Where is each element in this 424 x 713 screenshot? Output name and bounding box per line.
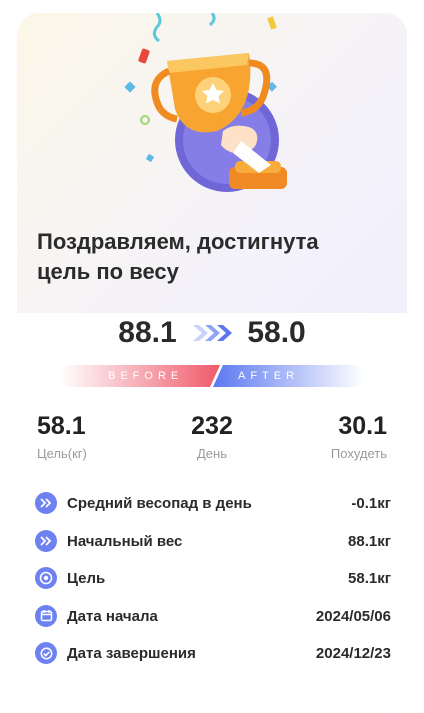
stat-label: Цель(кг) — [37, 446, 87, 461]
after-label: AFTER — [238, 370, 300, 382]
achievement-card: Поздравляем, достигнута цель по весу 88.… — [17, 13, 407, 713]
title-line-2: цель по весу — [37, 259, 179, 284]
detail-label: Начальный вес — [67, 532, 183, 550]
confetti-icon — [124, 81, 136, 93]
check-circle-icon — [35, 642, 57, 664]
page-title: Поздравляем, достигнута цель по весу — [37, 227, 387, 287]
triple-chevron-icon — [193, 325, 232, 342]
before-after-bar: BEFORE AFTER — [60, 365, 364, 387]
target-icon — [35, 567, 57, 589]
confetti-icon — [267, 16, 277, 30]
confetti-icon — [145, 153, 155, 163]
detail-row-end-date: Дата завершения 2024/12/23 — [17, 635, 407, 673]
stat-lost: 30.1 Похудеть — [331, 409, 387, 463]
detail-value: 2024/05/06 — [315, 607, 391, 625]
after-weight: 58.0 — [247, 316, 306, 350]
detail-row-avg-loss: Средний весопад в день -0.1кг — [17, 485, 407, 523]
before-after-bar-graphic — [60, 365, 364, 387]
stat-label: День — [197, 446, 227, 461]
stats-row: 58.1 Цель(кг) 232 День 30.1 Похудеть — [17, 409, 407, 469]
detail-value: 2024/12/23 — [315, 645, 391, 662]
stat-goal: 58.1 Цель(кг) — [37, 409, 87, 463]
confetti-icon — [140, 115, 150, 125]
detail-label: Цель — [67, 570, 106, 587]
details-list: Средний весопад в день -0.1кг Начальный … — [17, 485, 407, 673]
stat-value: 58.1 — [37, 412, 86, 440]
detail-row-start-date: Дата начала 2024/05/06 — [17, 598, 407, 636]
confetti-icon — [208, 13, 216, 27]
stat-value: 30.1 — [338, 412, 387, 440]
confetti-icon — [138, 48, 150, 64]
detail-row-start-weight: Начальный вес 88.1кг — [17, 523, 407, 561]
calendar-icon — [35, 604, 57, 627]
double-chevron-icon — [35, 529, 57, 552]
trophy-illustration — [124, 13, 287, 192]
detail-value: 88.1кг — [348, 532, 391, 550]
detail-row-goal: Цель 58.1кг — [17, 560, 407, 598]
stat-value: 232 — [191, 412, 233, 440]
detail-value: -0.1кг — [351, 495, 391, 512]
title-line-1: Поздравляем, достигнута — [37, 229, 319, 254]
before-label: BEFORE — [108, 370, 184, 382]
detail-label: Дата завершения — [67, 645, 196, 662]
double-chevron-icon — [35, 492, 57, 514]
confetti-icon — [152, 13, 162, 43]
stat-label: Похудеть — [330, 446, 387, 461]
detail-label: Средний весопад в день — [67, 495, 252, 512]
before-weight: 88.1 — [118, 316, 177, 350]
weight-progress: 88.1 58.0 — [17, 315, 407, 350]
detail-label: Дата начала — [67, 607, 158, 625]
detail-value: 58.1кг — [348, 570, 391, 587]
stat-days: 232 День — [162, 409, 262, 463]
